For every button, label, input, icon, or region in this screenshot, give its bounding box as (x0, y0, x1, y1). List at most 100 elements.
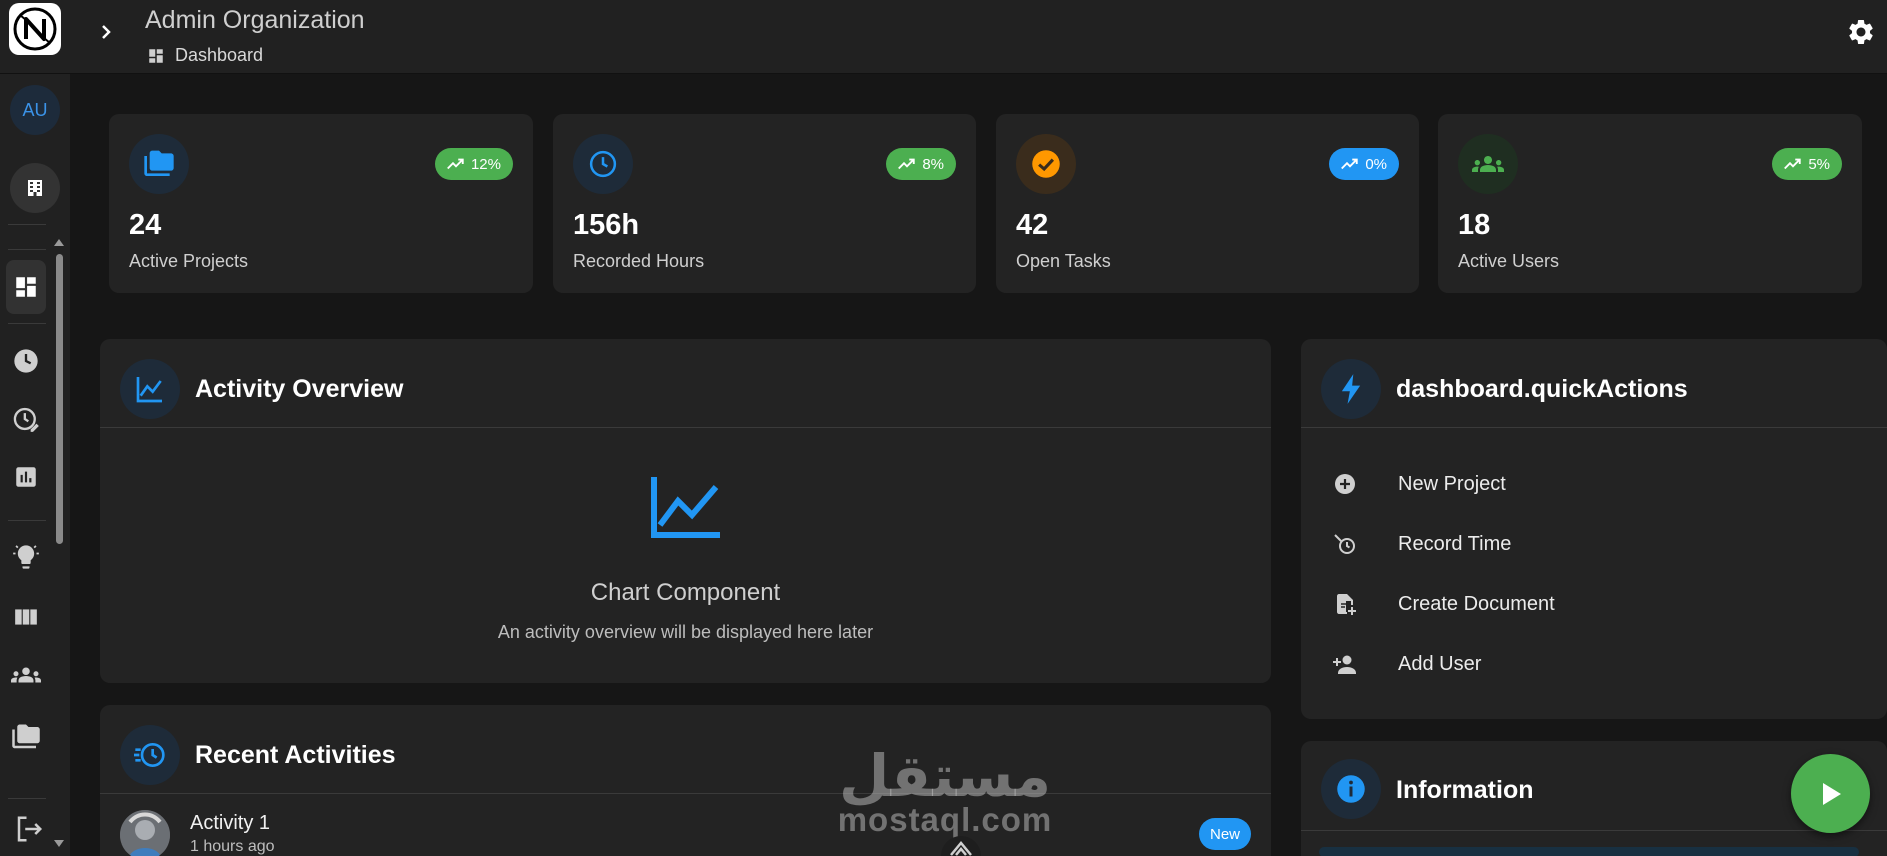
breadcrumb[interactable]: Dashboard (147, 45, 263, 66)
sidebar-item-ideas[interactable] (6, 530, 46, 584)
quick-actions-panel: dashboard.quickActions New Project Recor… (1301, 339, 1887, 719)
history-icon (134, 743, 165, 767)
panel-title: dashboard.quickActions (1396, 375, 1688, 403)
settings-button[interactable] (1846, 17, 1876, 47)
line-chart-icon (651, 477, 720, 538)
organization-title: Admin Organization (145, 6, 365, 34)
panel-icon-wrap (120, 359, 180, 419)
stat-label: Active Users (1458, 251, 1560, 271)
sidebar-item-time[interactable] (6, 334, 46, 388)
sidebar-item-board[interactable] (6, 590, 46, 644)
sidebar-item-documents[interactable] (6, 710, 46, 764)
user-avatar[interactable]: AU (10, 85, 60, 135)
trend-value: 12% (470, 155, 501, 173)
logout-icon (17, 816, 43, 842)
trend-badge: 8% (886, 148, 956, 180)
document-add-icon (1337, 594, 1356, 615)
sidebar-scroll-thumb[interactable] (56, 254, 63, 544)
building-icon (28, 180, 42, 196)
sidebar-divider (8, 323, 46, 324)
stat-icon-wrap (129, 134, 189, 194)
quick-action-create-document[interactable]: Create Document (1331, 579, 1831, 629)
panel-title: Activity Overview (195, 375, 404, 403)
quick-action-record-time[interactable]: Record Time (1331, 519, 1831, 569)
stat-label: Open Tasks (1016, 251, 1111, 271)
clock-icon (589, 150, 617, 178)
recent-activities-panel: Recent Activities Activity 1 1 hours ago… (100, 705, 1271, 856)
folders-icon (12, 724, 40, 749)
stat-icon-wrap (1016, 134, 1076, 194)
quick-action-label: Add User (1398, 652, 1482, 675)
check-circle-icon (1032, 150, 1060, 178)
clock-icon (14, 349, 38, 373)
logo-icon (13, 7, 57, 51)
sidebar-divider (8, 798, 46, 799)
panel-title: Information (1396, 776, 1534, 804)
trending-up-icon (1341, 158, 1358, 170)
chart-placeholder: Chart Component An activity overview wil… (100, 428, 1271, 682)
play-icon (1822, 782, 1841, 805)
activity-time: 1 hours ago (190, 838, 275, 855)
stat-value: 156h (573, 209, 640, 241)
lightbulb-icon (13, 545, 39, 569)
sidebar-item-time-tracking[interactable] (6, 392, 46, 446)
panel-header: Recent Activities (100, 705, 1271, 794)
people-icon (1472, 156, 1504, 172)
panel-header: Activity Overview (100, 339, 1271, 428)
avatar-image (120, 810, 170, 856)
activity-overview-panel: Activity Overview Chart Component An act… (100, 339, 1271, 683)
app-logo[interactable] (9, 3, 61, 55)
panel-icon-wrap (1321, 759, 1381, 819)
bar-chart-icon (16, 467, 36, 487)
quick-action-label: Record Time (1398, 532, 1512, 555)
stat-card-tasks: 0% 42 Open Tasks (996, 114, 1419, 293)
organization-switch-button[interactable] (10, 163, 60, 213)
stat-card-users: 5% 18 Active Users (1438, 114, 1862, 293)
panel-header: dashboard.quickActions (1301, 339, 1887, 428)
info-icon (1337, 775, 1365, 803)
watermark-mark-icon (941, 836, 981, 856)
sidebar-divider (8, 249, 46, 250)
list-item[interactable]: Activity 1 1 hours ago New (100, 794, 1271, 856)
quick-action-add-user[interactable]: Add User (1331, 639, 1831, 689)
trend-badge: 0% (1329, 148, 1399, 180)
stat-value: 24 (129, 209, 162, 241)
start-timer-button[interactable] (1791, 754, 1870, 833)
lightning-icon (1341, 374, 1361, 404)
expand-sidebar-button[interactable] (92, 18, 120, 46)
gear-icon (1849, 19, 1873, 44)
stat-label: Recorded Hours (573, 251, 705, 271)
sidebar-divider (8, 224, 46, 225)
watermark-arabic: مستقل (838, 744, 1052, 809)
quick-action-new-project[interactable]: New Project (1331, 459, 1831, 509)
folder-icon (144, 150, 174, 176)
avatar (120, 810, 170, 856)
sidebar-divider (8, 520, 46, 521)
trend-value: 5% (1808, 155, 1830, 173)
columns-icon (15, 609, 37, 625)
trend-badge: 5% (1772, 148, 1842, 180)
top-bar: Admin Organization Dashboard (0, 0, 1887, 74)
trend-badge: 12% (434, 148, 513, 180)
sidebar-item-users[interactable] (6, 648, 46, 702)
sidebar-item-reports[interactable] (6, 450, 46, 504)
people-icon (11, 667, 41, 683)
stat-card-projects: 12% 24 Active Projects (109, 114, 533, 293)
info-content-preview (1319, 847, 1859, 856)
dashboard-icon (149, 48, 163, 63)
trending-up-icon (447, 158, 464, 170)
watermark-latin: mostaql.com (837, 801, 1053, 838)
stat-label: Active Projects (129, 251, 249, 271)
panel-icon-wrap (120, 725, 180, 785)
sidebar-item-dashboard[interactable] (6, 260, 46, 314)
trending-up-icon (1784, 158, 1801, 170)
stat-value: 42 (1016, 209, 1049, 241)
status-badge: New (1198, 818, 1251, 850)
chart-placeholder-title: Chart Component (590, 579, 781, 606)
stat-value: 18 (1458, 209, 1491, 241)
quick-action-label: Create Document (1398, 592, 1555, 615)
activity-title: Activity 1 (190, 812, 271, 834)
logout-button[interactable] (14, 814, 44, 844)
stat-card-hours: 8% 156h Recorded Hours (553, 114, 976, 293)
stat-icon-wrap (1458, 134, 1518, 194)
